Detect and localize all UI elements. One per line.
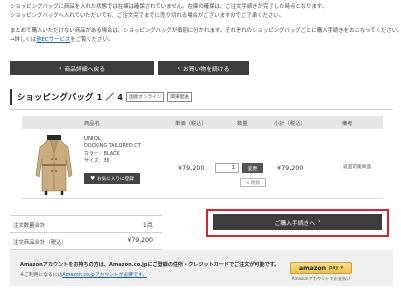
chevron-down-icon: ▾ [340, 265, 344, 271]
total-amount-label: 注文商品合計（税込） [13, 240, 67, 246]
amazon-account-link[interactable]: Amazon.co.jpアカウントが必要です。 [62, 273, 147, 278]
add-to-favorites-button[interactable]: ♥ お気に入りに登録 [84, 173, 140, 184]
bag-title: ショッピングバッグ 1 ／ 4 [17, 92, 124, 102]
proceed-to-checkout-button[interactable]: ご購入手続きへ › [213, 214, 382, 230]
other-ec-service-link[interactable]: 他ECサービス [36, 37, 70, 43]
amazon-pay-button[interactable]: amazon pay ▾ [290, 262, 352, 274]
summary-row-count: 注文数量合計 1点 [10, 216, 162, 233]
notice-line-2: ショッピングバッグへ入れていただいても、ご注文完了までに売り切れる場合がございま… [10, 12, 285, 19]
amazon-pay-info: Amazonアカウントをお持ちの方は、Amazon.co.jpにご登録の住所・ク… [20, 262, 280, 268]
notice-line-1: ショッピングバッグに商品を入れた状態では在庫は確保されていません。在庫の確保は、… [10, 4, 328, 10]
amazon-pay-note: ※ご利用になるにはAmazon.co.jpアカウントが必要です。 [20, 273, 147, 278]
col-quantity: 数量 [237, 121, 248, 127]
cart-notice: ショッピングバッグに商品を入れた状態では在庫は確保されていません。在庫の確保は、… [10, 3, 401, 44]
tag-delivery: 関東配送 [167, 92, 192, 102]
product-size: サイズ：36 [84, 158, 110, 165]
product-name[interactable]: DOCKING TAILORED CT [84, 143, 141, 150]
total-quantity-label: 注文数量合計 [13, 223, 46, 229]
col-unit-price: 単価（税込） [175, 121, 207, 127]
notice-line-4: →詳しくは他ECサービスをご覧ください。 [10, 36, 114, 43]
chevron-left-icon: ‹ [59, 64, 62, 72]
tag-online: 国産オンライン [126, 92, 165, 102]
chevron-left-icon: ‹ [177, 64, 180, 72]
total-amount-value: ¥79,200 [127, 237, 153, 244]
amazon-logo: amazon [298, 264, 326, 272]
back-to-product-button[interactable]: ‹ 商品詳細へ戻る [10, 61, 154, 75]
chevron-right-icon: › [318, 219, 321, 225]
summary-row-amount: 注文商品合計（税込） ¥79,200 [10, 233, 162, 250]
col-remarks: 備考 [342, 121, 353, 127]
quantity-input[interactable]: 1 [215, 163, 239, 173]
amazon-pay-caption: Amazonアカウントでお支払い [291, 276, 351, 281]
unit-price: ¥79,200 [178, 164, 205, 172]
product-brand[interactable]: UNIQL [84, 136, 141, 143]
change-quantity-button[interactable]: 変更 [242, 163, 263, 173]
total-quantity-value: 1点 [142, 222, 153, 229]
order-summary: 注文数量合計 1点 注文商品合計（税込） ¥79,200 [10, 215, 162, 250]
notice-line-3: まとめて購入いただけない商品がある場合は、ショッピングバッグが個別に分かれます。… [10, 28, 401, 34]
heart-icon: ♥ [90, 175, 96, 182]
continue-shopping-button[interactable]: ‹ お買い物を続ける [158, 61, 249, 75]
item-subtotal: ¥79,200 [277, 164, 304, 172]
divider [10, 109, 393, 110]
product-image[interactable] [30, 135, 78, 195]
cart-table-header: 商品名 単価（税込） 数量 小計（税込） 備考 [22, 116, 383, 129]
shopping-bag-heading: ショッピングバッグ 1 ／ 4 国産オンライン 関東配送 [10, 89, 192, 105]
item-remarks: 返品可能商品 [343, 165, 372, 170]
checkout-highlight: ご購入手続きへ › [206, 209, 389, 237]
product-info: UNIQL DOCKING TAILORED CT カラー：BLACK サイズ：… [84, 136, 141, 166]
delete-item-button[interactable]: × 削除 [240, 178, 266, 187]
col-product-name: 商品名 [84, 121, 100, 127]
divider [22, 198, 383, 199]
col-subtotal: 小計（税込） [274, 121, 306, 127]
